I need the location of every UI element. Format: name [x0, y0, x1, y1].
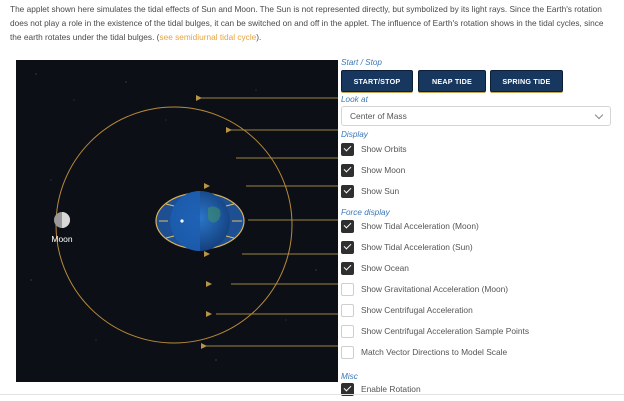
force-checkbox-row[interactable]: Match Vector Directions to Model Scale: [341, 345, 507, 359]
misc-checkbox-label: Enable Rotation: [361, 384, 421, 394]
checkbox-unchecked-icon[interactable]: [341, 282, 354, 296]
display-checkbox-label: Show Orbits: [361, 144, 407, 154]
checkbox-checked-icon[interactable]: [341, 142, 354, 156]
checkbox-unchecked-icon[interactable]: [341, 324, 354, 338]
spring-tide-button[interactable]: SPRING TIDE: [490, 70, 563, 92]
display-checkbox-row[interactable]: Show Moon: [341, 163, 405, 177]
checkbox-checked-icon[interactable]: [341, 240, 354, 254]
force-checkbox-row[interactable]: Show Centrifugal Acceleration Sample Poi…: [341, 324, 529, 338]
force-display-section-label: Force display: [341, 208, 390, 217]
force-checkbox-row[interactable]: Show Ocean: [341, 261, 409, 275]
force-checkbox-label: Show Tidal Acceleration (Sun): [361, 242, 473, 252]
display-checkbox-label: Show Moon: [361, 165, 406, 175]
chevron-down-icon: [594, 110, 604, 120]
start-stop-section-label: Start / Stop: [341, 58, 382, 67]
display-checkbox-row[interactable]: Show Orbits: [341, 142, 407, 156]
look-at-section-label: Look at: [341, 95, 368, 104]
force-checkbox-label: Show Ocean: [361, 263, 409, 273]
force-checkbox-label: Show Centrifugal Acceleration Sample Poi…: [361, 326, 530, 336]
checkbox-unchecked-icon[interactable]: [341, 303, 354, 317]
intro-paragraph: The applet shown here simulates the tida…: [10, 2, 616, 44]
intro-text: The applet shown here simulates the tida…: [10, 4, 604, 42]
display-checkbox-row[interactable]: Show Sun: [341, 184, 399, 198]
force-checkbox-row[interactable]: Show Gravitational Acceleration (Moon): [341, 282, 508, 296]
checkbox-unchecked-icon[interactable]: [341, 345, 354, 359]
checkbox-checked-icon[interactable]: [341, 163, 354, 177]
neap-tide-button[interactable]: NEAP TIDE: [418, 70, 486, 92]
force-checkbox-label: Match Vector Directions to Model Scale: [361, 347, 508, 357]
display-checkbox-label: Show Sun: [361, 186, 400, 196]
force-checkbox-row[interactable]: Show Centrifugal Acceleration: [341, 303, 473, 317]
tidal-simulation-canvas[interactable]: Moon: [16, 60, 338, 382]
force-checkbox-label: Show Tidal Acceleration (Moon): [361, 221, 479, 231]
look-at-value: Center of Mass: [350, 111, 407, 121]
start-stop-button[interactable]: START/STOP: [341, 70, 413, 92]
semidiurnal-tidal-cycle-link[interactable]: see semidiurnal tidal cycle: [159, 32, 256, 42]
simulation-drawing: Moon: [30, 73, 338, 361]
checkbox-checked-icon[interactable]: [341, 261, 354, 275]
force-checkbox-label: Show Centrifugal Acceleration: [361, 305, 473, 315]
moon[interactable]: [54, 212, 70, 228]
earth: [170, 191, 230, 251]
misc-section-label: Misc: [341, 372, 358, 381]
force-checkbox-row[interactable]: Show Tidal Acceleration (Sun): [341, 240, 473, 254]
force-checkbox-row[interactable]: Show Tidal Acceleration (Moon): [341, 219, 479, 233]
intro-text-end: ).: [256, 32, 262, 42]
checkbox-checked-icon[interactable]: [341, 219, 354, 233]
force-checkbox-label: Show Gravitational Acceleration (Moon): [361, 284, 509, 294]
page-divider: [0, 394, 624, 395]
checkbox-checked-icon[interactable]: [341, 184, 354, 198]
display-section-label: Display: [341, 130, 368, 139]
look-at-select[interactable]: Center of Mass: [341, 106, 611, 126]
moon-label: Moon: [51, 234, 73, 244]
